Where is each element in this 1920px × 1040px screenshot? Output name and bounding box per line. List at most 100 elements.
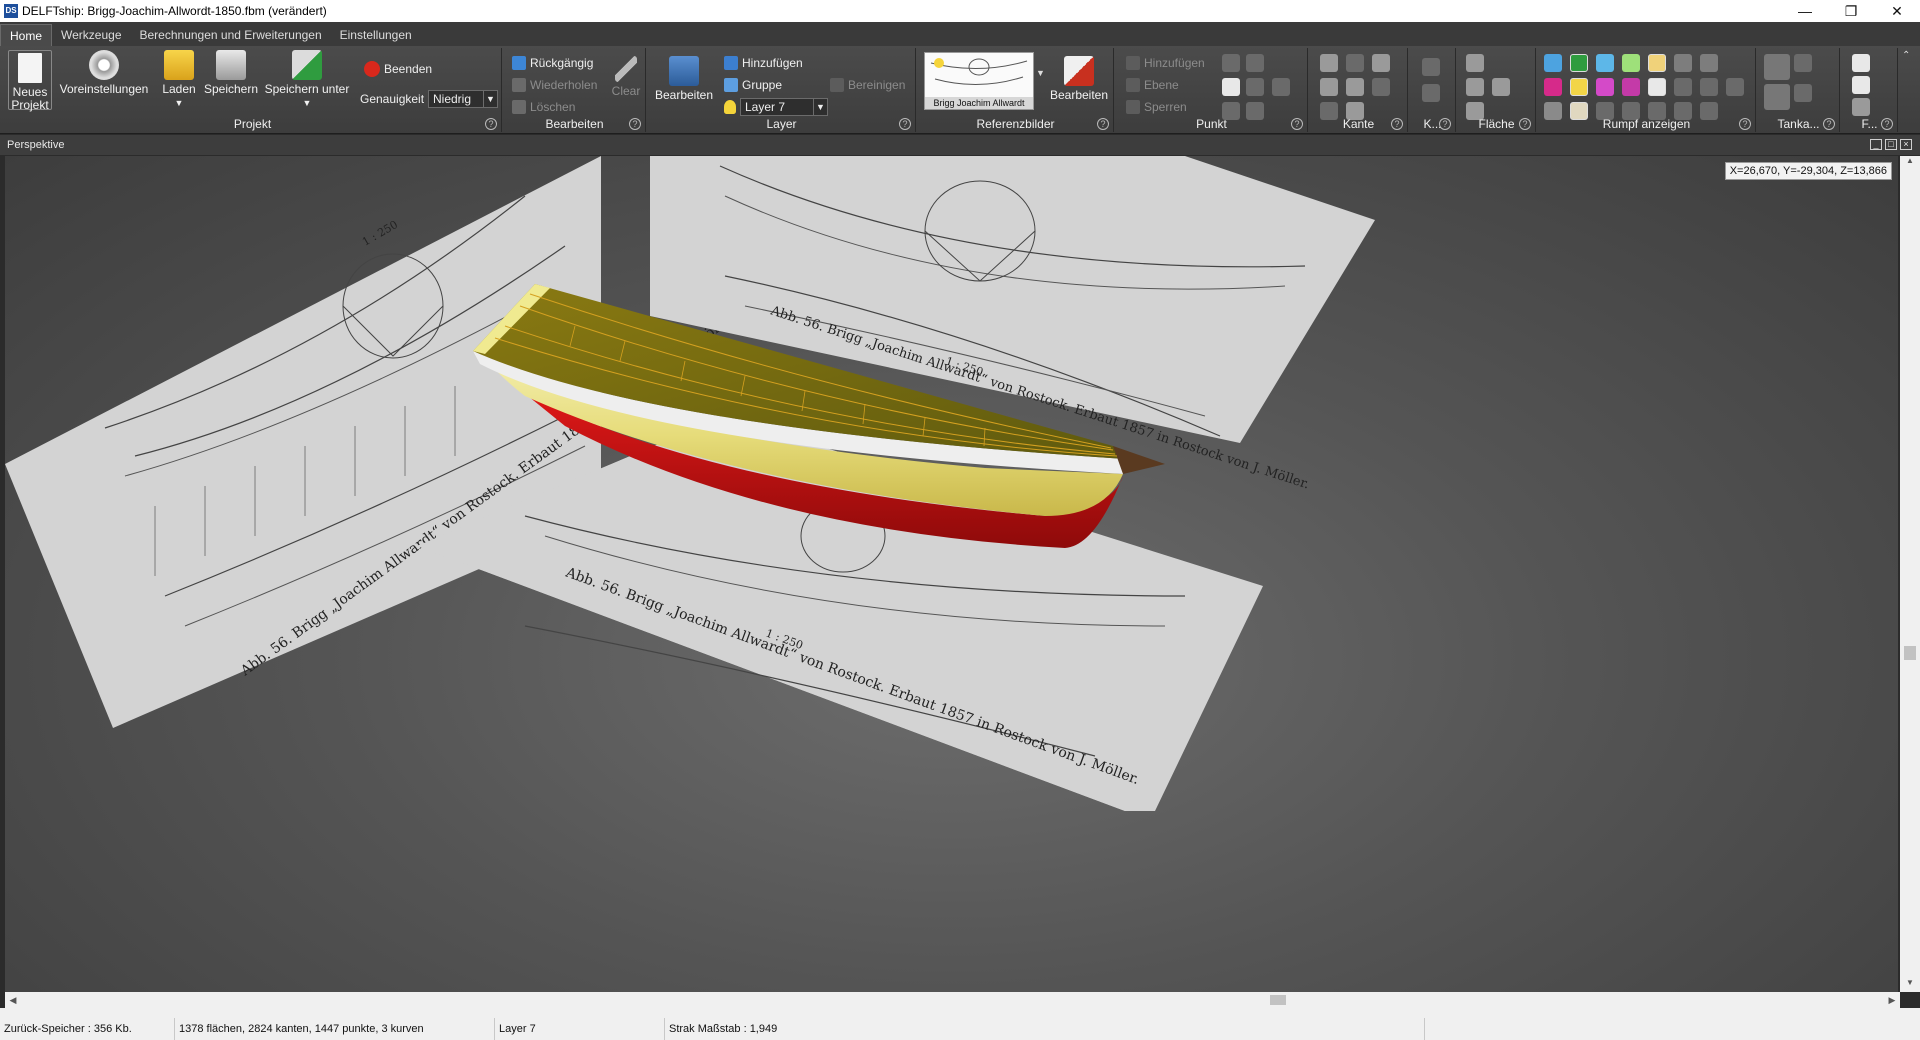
reference-edit-button[interactable]: Bearbeiten: [1048, 56, 1110, 102]
point-lock-button[interactable]: Sperren: [1126, 98, 1187, 116]
help-icon[interactable]: ?: [1291, 118, 1303, 130]
edge-insert-icon[interactable]: [1372, 78, 1390, 96]
help-icon[interactable]: ?: [1881, 118, 1893, 130]
face-mirror-icon[interactable]: [1492, 78, 1510, 96]
gear-icon: [89, 50, 119, 80]
help-icon[interactable]: ?: [1097, 118, 1109, 130]
save-button[interactable]: Speichern: [202, 50, 260, 96]
tank-list-icon[interactable]: [1764, 84, 1790, 110]
show-waterlines-icon[interactable]: [1674, 54, 1692, 72]
viewport-maximize-icon[interactable]: □: [1885, 139, 1897, 150]
show-grid-icon[interactable]: [1674, 78, 1692, 96]
show-hydrostatics-icon[interactable]: [1648, 78, 1666, 96]
perspective-viewport[interactable]: Abb. 56. Brigg „Joachim Allwardt“ von Ro…: [5, 156, 1898, 992]
help-icon[interactable]: ?: [1823, 118, 1835, 130]
show-lines-icon[interactable]: [1726, 78, 1744, 96]
show-stations-icon[interactable]: [1622, 54, 1640, 72]
show-markers-icon[interactable]: [1596, 78, 1614, 96]
viewport-minimize-icon[interactable]: _: [1870, 139, 1882, 150]
load-button[interactable]: Laden ▼: [156, 50, 202, 110]
curve-add-icon[interactable]: [1422, 58, 1440, 76]
horizontal-scroll-thumb[interactable]: [1270, 995, 1286, 1005]
show-normals-icon[interactable]: [1570, 78, 1588, 96]
f-settings-icon[interactable]: [1852, 98, 1870, 116]
face-add-icon[interactable]: [1466, 54, 1484, 72]
layer-cleanup-button[interactable]: Bereinigen: [830, 76, 905, 94]
curve-edit-icon[interactable]: [1422, 84, 1440, 102]
layer-add-label: Hinzufügen: [742, 56, 803, 70]
layer-select[interactable]: Layer 7 ▼: [740, 98, 828, 116]
undo-button[interactable]: Rückgängig: [512, 54, 593, 72]
help-icon[interactable]: ?: [1739, 118, 1751, 130]
layer-group-button[interactable]: Gruppe: [724, 76, 782, 94]
point-plane-button[interactable]: Ebene: [1126, 76, 1179, 94]
edge-collapse-icon[interactable]: [1372, 54, 1390, 72]
vertical-scroll-thumb[interactable]: [1904, 646, 1916, 660]
f-add-icon[interactable]: [1852, 54, 1870, 72]
show-diagonals-icon[interactable]: [1700, 54, 1718, 72]
tab-werkzeuge[interactable]: Werkzeuge: [52, 24, 130, 46]
show-interior-edges-icon[interactable]: [1570, 54, 1588, 72]
delete-button[interactable]: Löschen: [512, 98, 575, 116]
scroll-right-icon[interactable]: ▶: [1884, 992, 1900, 1008]
viewport-close-icon[interactable]: ×: [1900, 139, 1912, 150]
show-flowlines-icon[interactable]: [1622, 78, 1640, 96]
show-curvature-icon[interactable]: [1544, 78, 1562, 96]
tank-delete-icon[interactable]: [1794, 84, 1812, 102]
show-buttocks-icon[interactable]: [1648, 54, 1666, 72]
point-align-icon[interactable]: [1246, 78, 1264, 96]
edge-split-icon[interactable]: [1320, 54, 1338, 72]
lightbulb-icon[interactable]: [724, 100, 736, 114]
clear-button[interactable]: Clear: [608, 56, 644, 98]
show-control-net-icon[interactable]: [1596, 54, 1614, 72]
edge-extrude-icon[interactable]: [1346, 54, 1364, 72]
tab-home[interactable]: Home: [0, 24, 53, 46]
point-add-button[interactable]: Hinzufügen: [1126, 54, 1205, 72]
redo-button[interactable]: Wiederholen: [512, 76, 597, 94]
layer-add-button[interactable]: Hinzufügen: [724, 54, 803, 72]
save-as-button[interactable]: Speichern unter ▼: [262, 50, 352, 110]
help-icon[interactable]: ?: [629, 118, 641, 130]
precision-select[interactable]: Niedrig ▼: [428, 90, 498, 108]
viewport-title: Perspektive: [7, 139, 65, 151]
quit-button[interactable]: Beenden: [364, 60, 432, 78]
point-curve-icon[interactable]: [1272, 78, 1290, 96]
edge-crease-icon[interactable]: [1320, 78, 1338, 96]
layer-current: Layer 7: [745, 100, 786, 114]
help-icon[interactable]: ?: [1439, 118, 1451, 130]
scroll-left-icon[interactable]: ◀: [5, 992, 21, 1008]
horizontal-scrollbar[interactable]: ◀ ▶: [5, 992, 1900, 1008]
layers-icon: [669, 56, 699, 86]
scroll-up-icon[interactable]: ▲: [1900, 156, 1920, 170]
chevron-down-icon[interactable]: ▼: [1036, 68, 1045, 78]
close-icon[interactable]: ✕: [1874, 0, 1920, 22]
show-grid-2-icon[interactable]: [1700, 78, 1718, 96]
diamond-point-icon[interactable]: [1222, 78, 1240, 96]
reference-thumbnail[interactable]: Brigg Joachim Allwardt: [924, 52, 1034, 110]
tab-einstellungen[interactable]: Einstellungen: [331, 24, 421, 46]
layer-edit-button[interactable]: Bearbeiten: [654, 56, 714, 102]
help-icon[interactable]: ?: [899, 118, 911, 130]
face-subdivide-icon[interactable]: [1466, 78, 1484, 96]
restore-icon[interactable]: ❐: [1828, 0, 1874, 22]
line-tool-icon[interactable]: [1222, 54, 1240, 72]
help-icon[interactable]: ?: [485, 118, 497, 130]
minimize-icon[interactable]: —: [1782, 0, 1828, 22]
preferences-button[interactable]: Voreinstellungen: [56, 50, 152, 96]
edge-connect-icon[interactable]: [1346, 78, 1364, 96]
scroll-down-icon[interactable]: ▼: [1900, 978, 1920, 992]
viewport-header: Perspektive _ □ ×: [0, 135, 1920, 155]
tank-add-icon[interactable]: [1764, 54, 1790, 80]
scene-canvas[interactable]: Abb. 56. Brigg „Joachim Allwardt“ von Ro…: [5, 156, 1898, 992]
tab-berechnungen[interactable]: Berechnungen und Erweiterungen: [131, 24, 331, 46]
undo-label: Rückgängig: [530, 56, 594, 70]
help-icon[interactable]: ?: [1519, 118, 1531, 130]
f-list-icon[interactable]: [1852, 76, 1870, 94]
vertical-scrollbar[interactable]: ▲ ▼: [1900, 156, 1920, 992]
collapse-ribbon-icon[interactable]: ⌃: [1902, 50, 1910, 61]
help-icon[interactable]: ?: [1391, 118, 1403, 130]
tank-edit-icon[interactable]: [1794, 54, 1812, 72]
new-project-button[interactable]: Neues Projekt: [8, 50, 52, 112]
line-tool-2-icon[interactable]: [1246, 54, 1264, 72]
show-points-icon[interactable]: [1544, 54, 1562, 72]
